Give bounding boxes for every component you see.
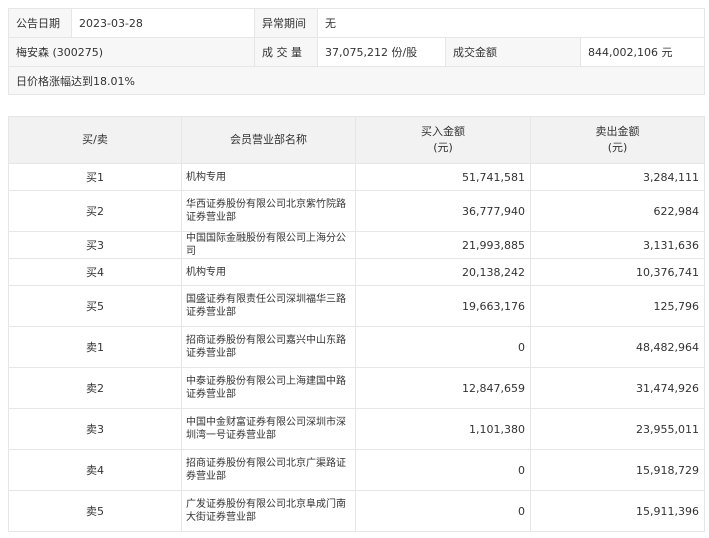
row-side: 卖4 [8, 449, 182, 491]
header-sell: 卖出金额 (元) [530, 116, 705, 164]
table-row: 卖5 广发证券股份有限公司北京阜成门南大街证券营业部 0 15,911,396 [8, 490, 705, 532]
row-side: 卖5 [8, 490, 182, 532]
table-row: 买2 华西证券股份有限公司北京紫竹院路证券营业部 36,777,940 622,984 [8, 190, 705, 232]
info-row-date: 公告日期 2023-03-28 异常期间 无 [8, 8, 706, 38]
info-row-trade: 梅安森 (300275) 成 交 量 37,075,212 份/股 成交金额 8… [8, 37, 706, 67]
row-dept-name: 中泰证券股份有限公司上海建国中路证券营业部 [181, 367, 356, 409]
date-value: 2023-03-28 [71, 8, 255, 38]
period-label: 异常期间 [254, 8, 318, 38]
table-row: 买4 机构专用 20,138,242 10,376,741 [8, 258, 705, 286]
row-buy-amount: 12,847,659 [355, 367, 531, 409]
row-dept-name: 招商证券股份有限公司嘉兴中山东路证券营业部 [181, 326, 356, 368]
reason-text: 日价格涨幅达到18.01% [7, 66, 706, 95]
row-side: 卖3 [8, 408, 182, 450]
row-dept-name: 华西证券股份有限公司北京紫竹院路证券营业部 [181, 190, 356, 232]
header-dept: 会员营业部名称 [181, 116, 356, 164]
row-dept-name: 国盛证券有限责任公司深圳福华三路证券营业部 [181, 285, 356, 327]
table-row: 卖2 中泰证券股份有限公司上海建国中路证券营业部 12,847,659 31,474,… [8, 367, 705, 409]
row-sell-amount: 15,911,396 [530, 490, 705, 532]
row-buy-amount: 20,138,242 [355, 258, 531, 286]
info-row-reason: 日价格涨幅达到18.01% [7, 66, 706, 95]
row-dept-name: 机构专用 [181, 258, 356, 286]
row-sell-amount: 15,918,729 [530, 449, 705, 491]
trading-detail-table: 买/卖 会员营业部名称 买入金额 (元) 卖出金额 (元) 买1 机构专用 51,7… [8, 116, 705, 532]
stock-name: 梅安森 (300275) [8, 37, 255, 67]
row-dept-name: 机构专用 [181, 163, 356, 191]
date-label: 公告日期 [8, 8, 72, 38]
row-sell-amount: 3,284,111 [530, 163, 705, 191]
table-header-row: 买/卖 会员营业部名称 买入金额 (元) 卖出金额 (元) [8, 116, 705, 164]
row-sell-amount: 622,984 [530, 190, 705, 232]
row-buy-amount: 36,777,940 [355, 190, 531, 232]
row-sell-amount: 3,131,636 [530, 231, 705, 259]
row-side: 买4 [8, 258, 182, 286]
row-side: 卖2 [8, 367, 182, 409]
table-row: 买1 机构专用 51,741,581 3,284,111 [8, 163, 705, 191]
table-row: 卖3 中国中金财富证券有限公司深圳市深圳湾一号证券营业部 1,101,380 23,9… [8, 408, 705, 450]
row-dept-name: 中国国际金融股份有限公司上海分公司 [181, 231, 356, 259]
row-side: 卖1 [8, 326, 182, 368]
volume-label: 成 交 量 [254, 37, 318, 67]
table-row: 买3 中国国际金融股份有限公司上海分公司 21,993,885 3,131,636 [8, 231, 705, 259]
amount-value: 844,002,106 元 [579, 37, 706, 67]
row-sell-amount: 48,482,964 [530, 326, 705, 368]
row-side: 买1 [8, 163, 182, 191]
row-buy-amount: 1,101,380 [355, 408, 531, 450]
table-row: 买5 国盛证券有限责任公司深圳福华三路证券营业部 19,663,176 125,796 [8, 285, 705, 327]
table-row: 卖1 招商证券股份有限公司嘉兴中山东路证券营业部 0 48,482,964 [8, 326, 705, 368]
row-sell-amount: 10,376,741 [530, 258, 705, 286]
volume-value: 37,075,212 份/股 [317, 37, 446, 67]
row-side: 买3 [8, 231, 182, 259]
row-sell-amount: 31,474,926 [530, 367, 705, 409]
table-row: 卖4 招商证券股份有限公司北京广渠路证券营业部 0 15,918,729 [8, 449, 705, 491]
row-buy-amount: 0 [355, 326, 531, 368]
period-value: 无 [316, 8, 706, 38]
header-buy: 买入金额 (元) [355, 116, 531, 164]
row-side: 买5 [8, 285, 182, 327]
header-side: 买/卖 [8, 116, 182, 164]
row-buy-amount: 19,663,176 [355, 285, 531, 327]
row-buy-amount: 21,993,885 [355, 231, 531, 259]
row-sell-amount: 125,796 [530, 285, 705, 327]
table-body: 买1 机构专用 51,741,581 3,284,111 买2 华西证券股份有限公司北京紫… [8, 163, 705, 532]
row-dept-name: 招商证券股份有限公司北京广渠路证券营业部 [181, 449, 356, 491]
row-dept-name: 广发证券股份有限公司北京阜成门南大街证券营业部 [181, 490, 356, 532]
row-buy-amount: 0 [355, 490, 531, 532]
row-sell-amount: 23,955,011 [530, 408, 705, 450]
announcement-info-table: 公告日期 2023-03-28 异常期间 无 梅安森 (300275) 成 交 … [7, 8, 706, 95]
amount-label: 成交金额 [445, 37, 581, 67]
row-side: 买2 [8, 190, 182, 232]
row-dept-name: 中国中金财富证券有限公司深圳市深圳湾一号证券营业部 [181, 408, 356, 450]
row-buy-amount: 51,741,581 [355, 163, 531, 191]
row-buy-amount: 0 [355, 449, 531, 491]
